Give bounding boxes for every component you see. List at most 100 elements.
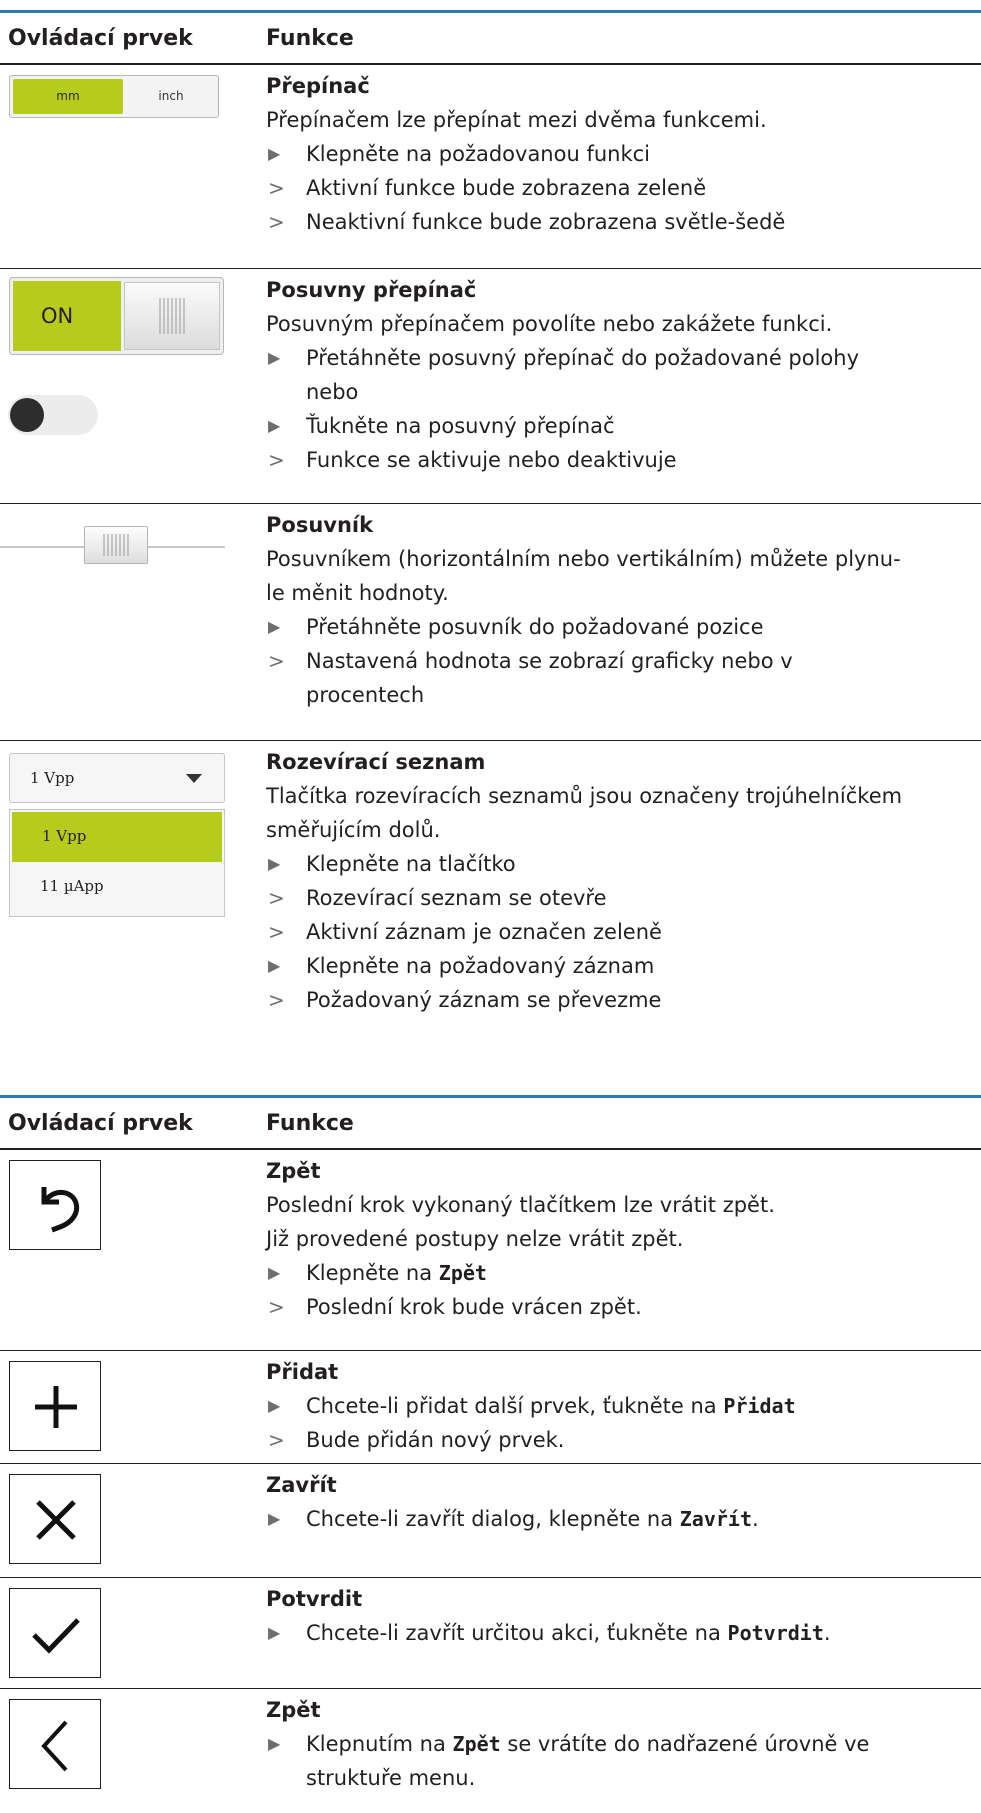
step-text: Funkce se aktivuje nebo deaktivuje: [306, 448, 677, 472]
header-control: Ovládací prvek: [8, 26, 193, 51]
step-item: ▶ Klepněte na Zpět: [266, 1256, 981, 1290]
step-item: > Bude přidán nový prvek.: [266, 1423, 981, 1457]
action-marker: ▶: [268, 348, 281, 367]
slider-handle[interactable]: [84, 526, 148, 564]
dropdown-list: 1 Vpp 11 µApp: [9, 809, 225, 917]
step-text-after: se vrátíte do nadřazené úrovně ve: [500, 1732, 870, 1756]
step-text: Přetáhněte posuvník do požadované pozice: [306, 615, 764, 639]
function-description: Posuvny přepínač Posuvným přepínačem pov…: [266, 269, 981, 477]
action-marker: ▶: [268, 617, 281, 636]
function-description: Zpět Poslední krok vykonaný tlačítkem lz…: [266, 1150, 981, 1324]
step-item: ▶ Ťukněte na posuvný přepínač: [266, 409, 981, 443]
result-marker: >: [268, 649, 285, 673]
confirm-button[interactable]: [9, 1588, 101, 1678]
action-marker: ▶: [268, 1509, 281, 1528]
step-text: Bude přidán nový prvek.: [306, 1428, 565, 1452]
row-description-line: le měnit hodnoty.: [266, 581, 449, 605]
row-title: Zpět: [266, 1698, 321, 1722]
row-description-line: Tlačítka rozevíracích seznamů jsou označ…: [266, 784, 903, 808]
step-item: ▶ Klepněte na tlačítko: [266, 847, 981, 881]
step-item: ▶ Přetáhněte posuvník do požadované pozic…: [266, 610, 981, 644]
table-row-confirm: Potvrdit ▶ Chcete-li zavřít určitou akci,…: [0, 1578, 981, 1689]
step-text: Klepněte na požadovaný záznam: [306, 954, 655, 978]
dropdown-option[interactable]: 11 µApp: [40, 877, 104, 895]
row-title: Přepínač: [266, 74, 370, 98]
step-item: > Funkce se aktivuje nebo deaktivuje: [266, 443, 981, 477]
row-title: Rozevírací seznam: [266, 750, 486, 774]
function-description: Posuvník Posuvníkem (horizontálním nebo …: [266, 504, 981, 712]
toggle-dot: [10, 398, 44, 432]
row-description: Posuvným přepínačem povolíte nebo zakáže…: [266, 312, 833, 336]
close-button[interactable]: [9, 1474, 101, 1564]
action-marker: ▶: [268, 956, 281, 975]
switch-on-label: ON: [13, 281, 121, 351]
action-marker: ▶: [268, 854, 281, 873]
check-icon: [32, 1618, 80, 1654]
row-title: Zpět: [266, 1159, 321, 1183]
small-toggle-switch[interactable]: [8, 395, 98, 435]
switch-knob[interactable]: [124, 282, 220, 350]
dropdown-option-active[interactable]: 1 Vpp: [12, 812, 222, 862]
step-item: ▶ Chcete-li zavřít určitou akci, ťukněte …: [266, 1616, 981, 1650]
action-marker: ▶: [268, 1734, 281, 1753]
triangle-down-icon: [186, 774, 202, 783]
step-text: Rozevírací seznam se otevře: [306, 886, 607, 910]
action-marker: ▶: [268, 1396, 281, 1415]
row-description-line: Posuvníkem (horizontálním nebo vertikáln…: [266, 547, 901, 571]
step-text: Požadovaný záznam se převezme: [306, 988, 662, 1012]
step-item: ▶ Chcete-li přidat další prvek, ťukněte n…: [266, 1389, 981, 1423]
row-title: Posuvny přepínač: [266, 278, 477, 302]
function-description: Zpět ▶ Klepnutím na Zpět se vrátíte do na…: [266, 1689, 981, 1795]
function-description: Potvrdit ▶ Chcete-li zavřít určitou akci,…: [266, 1578, 981, 1650]
controls-table-2: Ovládací prvek Funkce Zpět Poslední krok…: [0, 1095, 981, 1790]
step-text: Klepněte na: [306, 1261, 439, 1285]
unit-toggle[interactable]: mm inch: [9, 75, 219, 118]
back-button[interactable]: [9, 1699, 101, 1789]
step-item: ▶ Chcete-li zavřít dialog, klepněte na Za…: [266, 1502, 981, 1536]
chevron-left-icon: [41, 1720, 68, 1772]
row-description-line: Již provedené postupy nelze vrátit zpět.: [266, 1227, 684, 1251]
header-function: Funkce: [266, 1111, 354, 1136]
row-title: Potvrdit: [266, 1587, 363, 1611]
table-row-undo: Zpět Poslední krok vykonaný tlačítkem lz…: [0, 1150, 981, 1351]
row-title: Posuvník: [266, 513, 374, 537]
function-description: Rozevírací seznam Tlačítka rozevíracích …: [266, 741, 981, 1017]
keyword: Zpět: [452, 1732, 501, 1756]
step-item: > Požadovaný záznam se převezme: [266, 983, 981, 1017]
step-text: Ťukněte na posuvný přepínač: [306, 414, 615, 438]
option-label: 1 Vpp: [42, 827, 87, 845]
action-marker: ▶: [268, 416, 281, 435]
step-continuation: procentech: [266, 678, 981, 712]
table-row-close: Zavřít ▶ Chcete-li zavřít dialog, klepnět…: [0, 1464, 981, 1578]
step-continuation: nebo: [266, 375, 981, 409]
step-item: > Poslední krok bude vrácen zpět.: [266, 1290, 981, 1324]
step-text: Poslední krok bude vrácen zpět.: [306, 1295, 642, 1319]
function-description: Zavřít ▶ Chcete-li zavřít dialog, klepnět…: [266, 1464, 981, 1536]
keyword: Potvrdit: [727, 1621, 824, 1645]
function-description: Přepínač Přepínačem lze přepínat mezi dv…: [266, 65, 981, 239]
result-marker: >: [268, 1428, 285, 1452]
result-marker: >: [268, 988, 285, 1012]
undo-button[interactable]: [9, 1160, 101, 1250]
step-item: > Rozevírací seznam se otevře: [266, 881, 981, 915]
row-description-line: směřujícím dolů.: [266, 818, 441, 842]
step-text: Chcete-li přidat další prvek, ťukněte na: [306, 1394, 724, 1418]
result-marker: >: [268, 176, 285, 200]
on-off-switch[interactable]: ON: [9, 277, 224, 355]
table-row-dropdown: 1 Vpp 1 Vpp 11 µApp Rozevírací seznam Tl…: [0, 741, 981, 1061]
step-text: Chcete-li zavřít dialog, klepněte na: [306, 1507, 680, 1531]
step-item: > Aktivní záznam je označen zeleně: [266, 915, 981, 949]
toggle-option-inch[interactable]: inch: [127, 79, 215, 114]
step-item: ▶ Klepněte na požadovaný záznam: [266, 949, 981, 983]
table-header: Ovládací prvek Funkce: [0, 10, 981, 65]
result-marker: >: [268, 920, 285, 944]
result-marker: >: [268, 448, 285, 472]
dropdown-button[interactable]: 1 Vpp: [9, 753, 225, 803]
toggle-option-mm[interactable]: mm: [13, 79, 123, 114]
step-item: > Aktivní funkce bude zobrazena zeleně: [266, 171, 981, 205]
close-icon: [36, 1500, 76, 1540]
grip-lines: [103, 534, 129, 556]
add-button[interactable]: [9, 1361, 101, 1451]
action-marker: ▶: [268, 1623, 281, 1642]
header-control: Ovládací prvek: [8, 1111, 193, 1136]
